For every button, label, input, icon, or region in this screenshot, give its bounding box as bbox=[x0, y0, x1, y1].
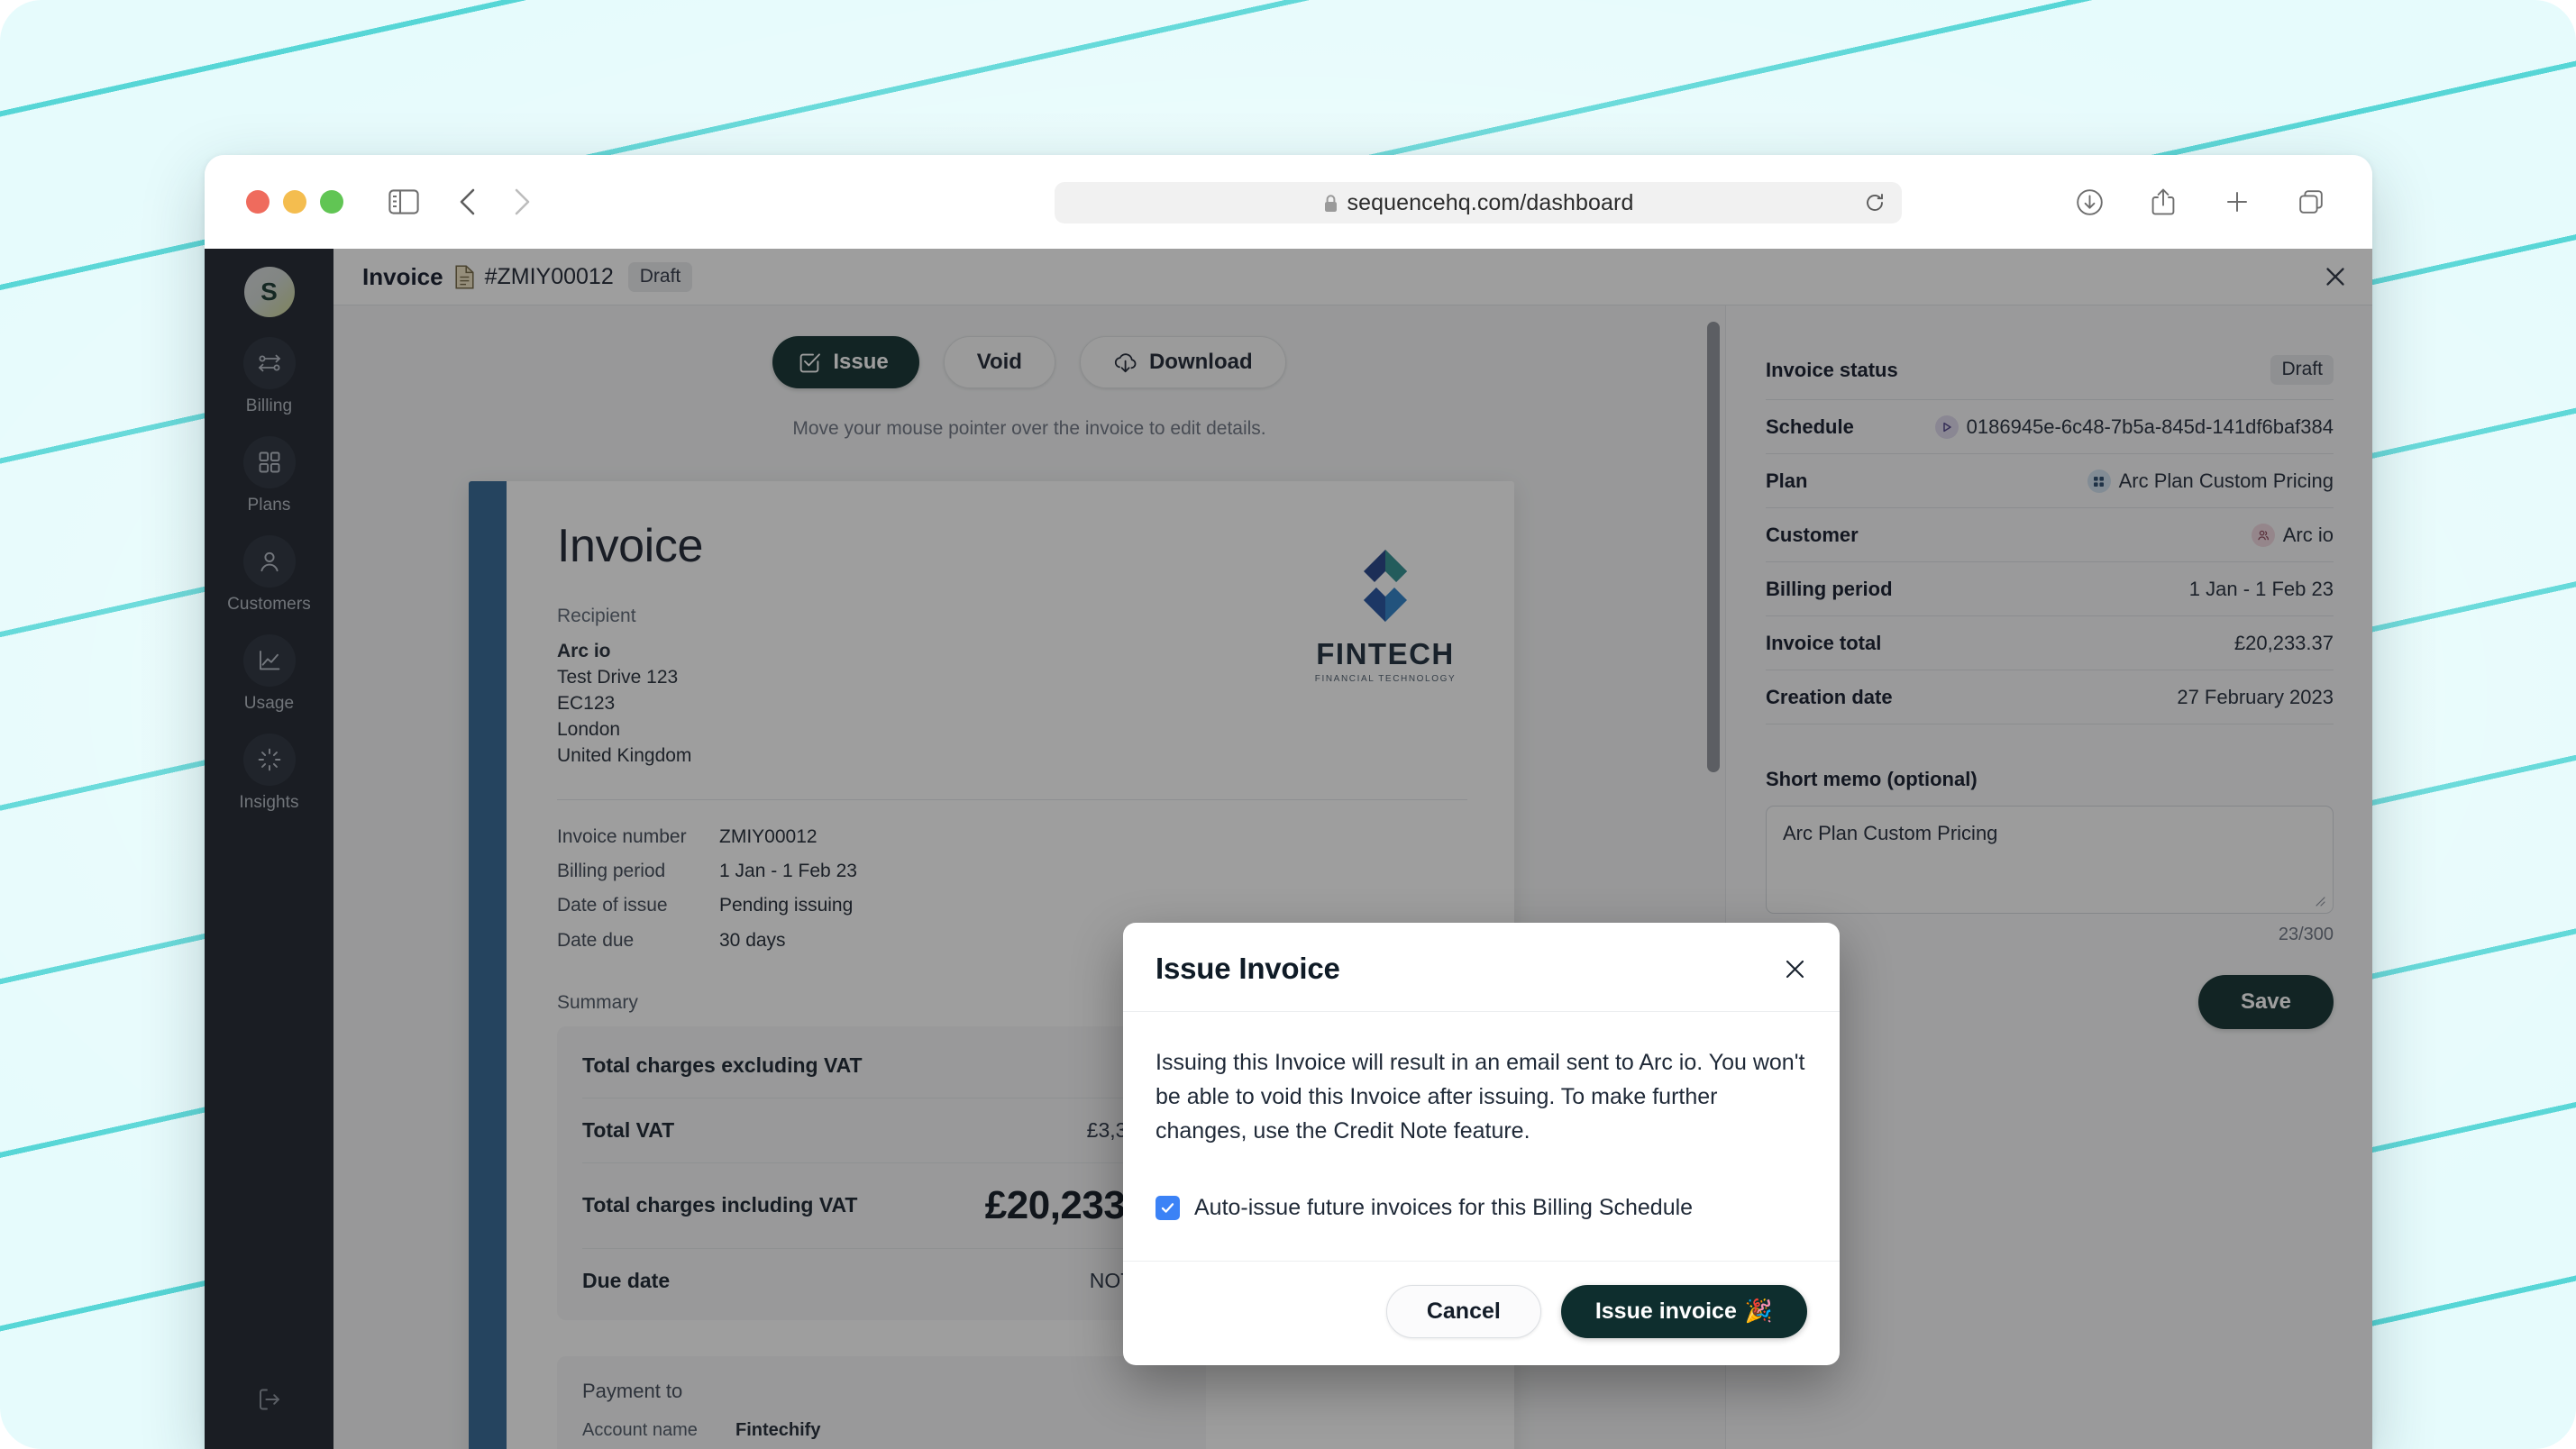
issue-invoice-dialog: Issue Invoice Issuing this Invoice will … bbox=[1123, 923, 1840, 1365]
browser-window: sequencehq.com/dashboard S Billing Plans… bbox=[205, 155, 2372, 1449]
app-container: S Billing Plans Customers Usage Insights… bbox=[205, 249, 2372, 1449]
reload-icon[interactable] bbox=[1864, 192, 1886, 218]
dialog-body: Issuing this Invoice will result in an e… bbox=[1123, 1012, 1840, 1261]
desktop-backdrop: sequencehq.com/dashboard S Billing Plans… bbox=[0, 0, 2576, 1449]
address-bar[interactable]: sequencehq.com/dashboard bbox=[1055, 182, 1902, 223]
forward-button[interactable] bbox=[502, 182, 542, 222]
confirm-button-label: Issue invoice bbox=[1594, 1299, 1737, 1324]
window-traffic-lights bbox=[246, 190, 343, 214]
browser-right-icons bbox=[2069, 182, 2331, 222]
back-button[interactable] bbox=[448, 182, 488, 222]
close-window-button[interactable] bbox=[246, 190, 269, 214]
party-popper-icon: 🎉 bbox=[1744, 1299, 1773, 1324]
dialog-header: Issue Invoice bbox=[1123, 923, 1840, 1012]
maximize-window-button[interactable] bbox=[320, 190, 343, 214]
sidebar-toggle-icon[interactable] bbox=[384, 182, 424, 222]
dialog-title: Issue Invoice bbox=[1156, 952, 1340, 985]
dialog-footer: Cancel Issue invoice 🎉 bbox=[1123, 1261, 1840, 1365]
tab-overview-icon[interactable] bbox=[2291, 182, 2331, 222]
lock-icon bbox=[1323, 194, 1338, 213]
downloads-icon[interactable] bbox=[2069, 182, 2109, 222]
share-icon[interactable] bbox=[2143, 182, 2183, 222]
plus-icon[interactable] bbox=[2217, 182, 2257, 222]
close-icon[interactable] bbox=[1783, 957, 1807, 981]
confirm-issue-invoice-button[interactable]: Issue invoice 🎉 bbox=[1560, 1285, 1807, 1338]
cancel-button[interactable]: Cancel bbox=[1385, 1285, 1541, 1338]
browser-toolbar: sequencehq.com/dashboard bbox=[205, 155, 2372, 249]
auto-issue-checkbox-row[interactable]: Auto-issue future invoices for this Bill… bbox=[1156, 1195, 1807, 1221]
auto-issue-checkbox[interactable] bbox=[1156, 1196, 1180, 1220]
dialog-message: Issuing this Invoice will result in an e… bbox=[1156, 1050, 1805, 1144]
url-text: sequencehq.com/dashboard bbox=[1347, 189, 1634, 215]
minimize-window-button[interactable] bbox=[283, 190, 306, 214]
auto-issue-checkbox-label: Auto-issue future invoices for this Bill… bbox=[1194, 1195, 1694, 1220]
